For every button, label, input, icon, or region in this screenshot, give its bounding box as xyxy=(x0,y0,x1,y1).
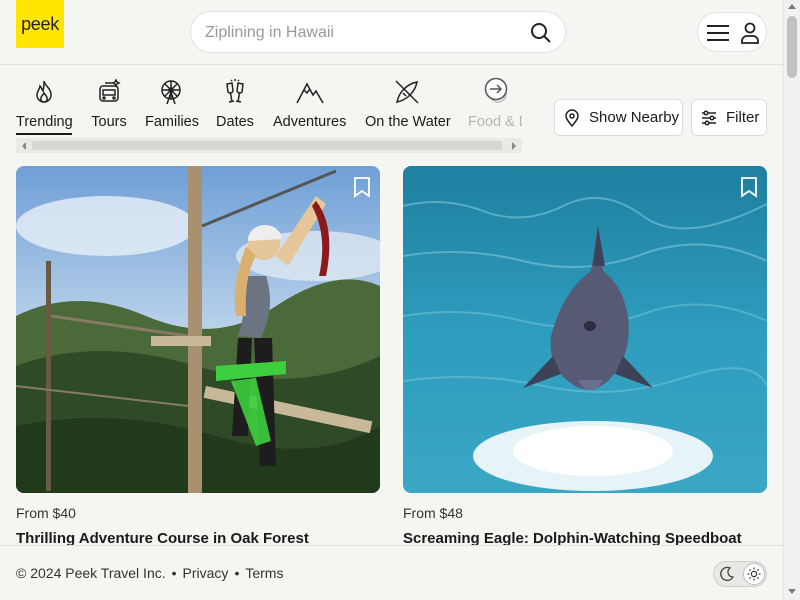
moon-icon[interactable] xyxy=(719,566,735,582)
price-label: From $40 xyxy=(16,505,76,521)
footer-separator: • xyxy=(171,565,177,581)
sun-icon xyxy=(747,567,761,581)
footer-text: © 2024 Peek Travel Inc. • Privacy • Terms xyxy=(16,565,283,581)
scroll-left-arrow-icon[interactable] xyxy=(22,142,26,150)
kayak-icon xyxy=(395,80,419,104)
category-label: Food & D xyxy=(468,114,522,130)
category-label: On the Water xyxy=(365,114,451,130)
category-dates[interactable]: Dates xyxy=(215,78,255,138)
flame-icon xyxy=(36,80,52,103)
top-header: peek Ziplining in Hawaii xyxy=(0,0,783,65)
terms-link[interactable]: Terms xyxy=(245,565,283,581)
scrollbar-thumb[interactable] xyxy=(787,16,797,78)
show-nearby-label: Show Nearby xyxy=(589,109,680,126)
mountain-icon xyxy=(295,82,324,104)
category-food[interactable]: Food & D xyxy=(468,78,522,138)
category-scrollbar-thumb[interactable] xyxy=(32,141,502,150)
theme-toggle[interactable] xyxy=(713,561,767,587)
filter-button[interactable]: Filter xyxy=(691,99,767,136)
scroll-right-small-arrow-icon[interactable] xyxy=(512,142,516,150)
dolphin-photo xyxy=(403,166,767,493)
category-scroller: Trending Tours Families Dates Adventures… xyxy=(16,78,522,138)
activity-image[interactable] xyxy=(16,166,380,493)
scroll-up-arrow-icon[interactable] xyxy=(788,4,796,9)
zipline-photo xyxy=(16,166,380,493)
peek-logo[interactable]: peek xyxy=(16,0,64,48)
price-label: From $48 xyxy=(403,505,463,521)
page: peek Ziplining in Hawaii Trending Tours … xyxy=(0,0,800,600)
footer: © 2024 Peek Travel Inc. • Privacy • Terms xyxy=(0,545,783,600)
champagne-icon xyxy=(226,79,244,103)
category-on-the-water[interactable]: On the Water xyxy=(365,78,451,138)
ferris-wheel-icon xyxy=(161,80,181,105)
location-pin-icon xyxy=(565,108,579,127)
category-tours[interactable]: Tours xyxy=(90,78,128,138)
scroll-right-arrow-icon[interactable] xyxy=(484,78,508,101)
filter-label: Filter xyxy=(726,109,760,126)
search-bar[interactable]: Ziplining in Hawaii xyxy=(190,11,566,53)
sliders-icon xyxy=(702,109,716,126)
scroll-down-arrow-icon[interactable] xyxy=(788,589,796,594)
search-input[interactable]: Ziplining in Hawaii xyxy=(205,24,334,42)
category-label: Trending xyxy=(16,114,73,135)
sun-toggle-knob[interactable] xyxy=(743,563,765,585)
account-menu-button[interactable] xyxy=(697,12,767,52)
category-trending[interactable]: Trending xyxy=(16,78,73,138)
category-label: Adventures xyxy=(273,114,347,130)
bus-icon xyxy=(99,78,121,102)
user-icon[interactable] xyxy=(740,22,760,44)
page-scrollbar[interactable] xyxy=(783,0,800,600)
bookmark-icon[interactable] xyxy=(352,176,372,198)
category-label: Tours xyxy=(91,114,127,130)
category-scrollbar[interactable] xyxy=(16,138,522,153)
privacy-link[interactable]: Privacy xyxy=(183,565,229,581)
activity-image[interactable] xyxy=(403,166,767,493)
bookmark-icon[interactable] xyxy=(739,176,759,198)
category-label: Dates xyxy=(216,114,254,130)
hamburger-menu-icon[interactable] xyxy=(706,23,730,43)
category-label: Families xyxy=(145,114,199,130)
footer-separator: • xyxy=(234,565,240,581)
activity-card[interactable]: From $48 Screaming Eagle: Dolphin-Watchi… xyxy=(403,166,767,547)
logo-text: peek xyxy=(21,13,59,34)
activity-card[interactable]: From $40 Thrilling Adventure Course in O… xyxy=(16,166,380,547)
search-icon[interactable] xyxy=(529,21,553,45)
show-nearby-button[interactable]: Show Nearby xyxy=(554,99,683,136)
category-adventures[interactable]: Adventures xyxy=(273,78,346,138)
copyright-text: © 2024 Peek Travel Inc. xyxy=(16,565,166,581)
category-families[interactable]: Families xyxy=(145,78,199,138)
